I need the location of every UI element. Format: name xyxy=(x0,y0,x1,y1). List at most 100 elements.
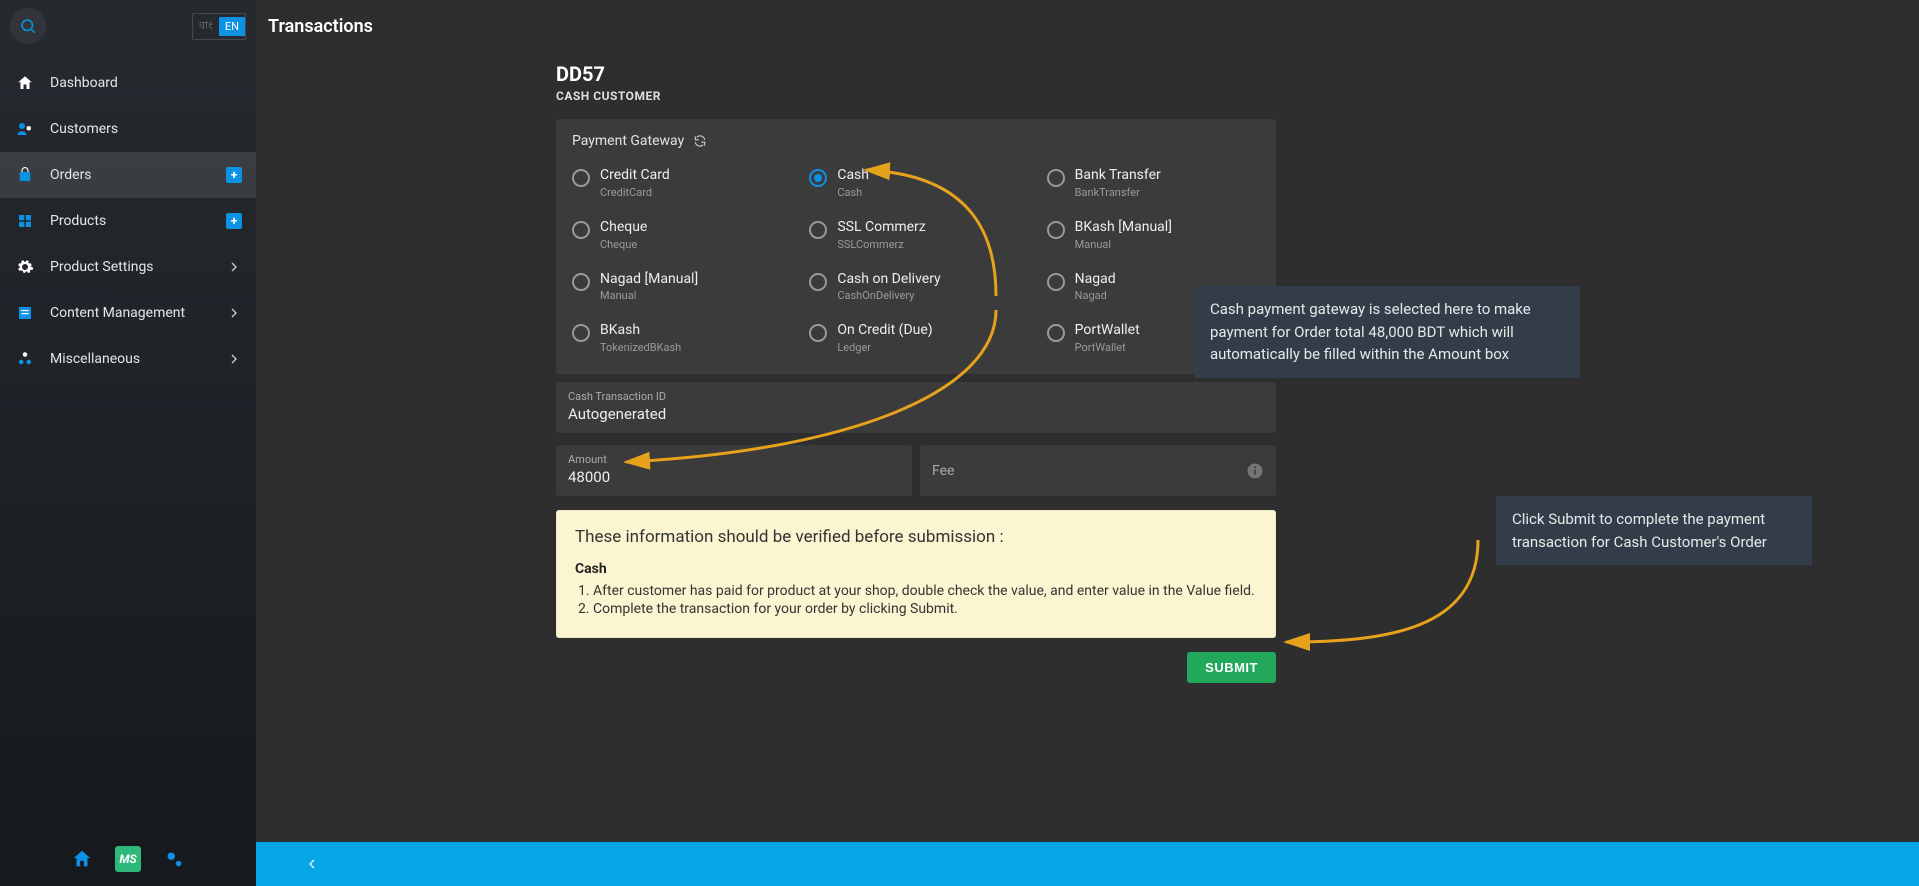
radio-icon xyxy=(809,273,827,291)
gateway-option[interactable]: Credit Card CreditCard xyxy=(566,161,791,205)
sidebar-item-products[interactable]: Products + xyxy=(0,198,256,244)
sidebar-item-content-management[interactable]: Content Management xyxy=(0,290,256,336)
amount-label: Amount xyxy=(568,453,900,466)
gateway-option-label: Cash xyxy=(837,167,869,184)
gateway-option[interactable]: SSL Commerz SSLCommerz xyxy=(803,213,1028,257)
gateway-option[interactable]: Cash Cash xyxy=(803,161,1028,205)
gateway-option-label: SSL Commerz xyxy=(837,219,925,236)
gateway-option[interactable]: Cash on DeliveryCashOnDelivery xyxy=(803,265,1028,309)
info-step: After customer has paid for product at y… xyxy=(593,583,1257,599)
lang-en[interactable]: EN xyxy=(219,17,245,36)
radio-icon xyxy=(1047,169,1065,187)
gateway-option-label: BKash [Manual] xyxy=(1075,219,1172,236)
gateway-option-label: On Credit (Due) xyxy=(837,322,932,339)
refresh-button[interactable] xyxy=(692,133,708,149)
radio-icon xyxy=(572,273,590,291)
gateway-option-label: Cash on Delivery xyxy=(837,271,940,288)
content-icon xyxy=(14,302,36,324)
info-icon[interactable] xyxy=(1246,462,1264,480)
radio-icon xyxy=(1047,324,1065,342)
gateway-option-sub: SSLCommerz xyxy=(837,238,925,251)
info-step: Complete the transaction for your order … xyxy=(593,601,1257,617)
gateway-option-label: Bank Transfer xyxy=(1075,167,1161,184)
sidebar-item-dashboard[interactable]: Dashboard xyxy=(0,60,256,106)
gateway-option-sub: CreditCard xyxy=(600,186,670,199)
transaction-id-value: Autogenerated xyxy=(568,405,1264,423)
bottom-ms-button[interactable]: MS xyxy=(114,845,142,873)
gear-icon xyxy=(14,256,36,278)
fee-label: Fee xyxy=(932,463,954,479)
radio-icon xyxy=(809,221,827,239)
sidebar-item-product-settings[interactable]: Product Settings xyxy=(0,244,256,290)
annotation-cash-gateway: Cash payment gateway is selected here to… xyxy=(1194,286,1580,378)
gateway-option[interactable]: On Credit (Due) Ledger xyxy=(803,316,1028,360)
gateway-option-label: BKash xyxy=(600,322,681,339)
sidebar-item-label: Content Management xyxy=(50,305,185,321)
chevron-right-icon xyxy=(226,305,242,321)
bottom-bar xyxy=(256,842,1919,886)
gateway-option-label: Nagad [Manual] xyxy=(600,271,698,288)
sidebar-item-customers[interactable]: Customers xyxy=(0,106,256,152)
radio-icon xyxy=(1047,273,1065,291)
search-button[interactable] xyxy=(10,8,46,44)
customers-icon xyxy=(14,118,36,140)
payment-gateway-title: Payment Gateway xyxy=(572,133,684,149)
verification-info-box: These information should be verified bef… xyxy=(556,510,1276,638)
sidebar-item-label: Orders xyxy=(50,167,92,183)
gateway-option-sub: Ledger xyxy=(837,341,932,354)
gateway-option-label: Credit Card xyxy=(600,167,670,184)
order-customer: CASH CUSTOMER xyxy=(556,89,1276,103)
radio-icon xyxy=(809,169,827,187)
radio-icon xyxy=(572,169,590,187)
info-heading: These information should be verified bef… xyxy=(575,527,1257,547)
sidebar-item-miscellaneous[interactable]: Miscellaneous xyxy=(0,336,256,382)
amount-value: 48000 xyxy=(568,468,900,486)
misc-icon xyxy=(14,348,36,370)
sidebar-item-label: Customers xyxy=(50,121,118,137)
orders-icon xyxy=(14,164,36,186)
gateway-option-label: PortWallet xyxy=(1075,322,1140,339)
sidebar-item-label: Miscellaneous xyxy=(50,351,140,367)
chevron-right-icon xyxy=(226,259,242,275)
radio-icon xyxy=(1047,221,1065,239)
gateway-option-sub: Cheque xyxy=(600,238,647,251)
products-icon xyxy=(14,210,36,232)
bottom-settings-button[interactable] xyxy=(160,845,188,873)
add-order-button[interactable]: + xyxy=(226,167,242,183)
gateway-option-sub: Cash xyxy=(837,186,869,199)
gateway-option[interactable]: BKash [Manual] Manual xyxy=(1041,213,1266,257)
ms-icon: MS xyxy=(115,846,141,872)
sidebar-item-orders[interactable]: Orders + xyxy=(0,152,256,198)
amount-field[interactable]: Amount 48000 xyxy=(556,445,912,496)
search-icon xyxy=(19,17,37,35)
gear-icon xyxy=(163,848,185,870)
home-icon xyxy=(71,848,93,870)
back-button[interactable] xyxy=(304,856,320,872)
submit-button[interactable]: SUBMIT xyxy=(1187,652,1276,683)
sidebar-item-label: Products xyxy=(50,213,106,229)
gateway-option-label: Cheque xyxy=(600,219,647,236)
gateway-option[interactable]: Cheque Cheque xyxy=(566,213,791,257)
language-switch[interactable]: বাং EN xyxy=(192,13,246,40)
transaction-id-label: Cash Transaction ID xyxy=(568,390,1264,403)
transaction-id-field[interactable]: Cash Transaction ID Autogenerated xyxy=(556,382,1276,433)
fee-field[interactable]: Fee xyxy=(920,445,1276,496)
gateway-option-sub: CashOnDelivery xyxy=(837,289,940,302)
home-icon xyxy=(14,72,36,94)
gateway-option-sub: BankTransfer xyxy=(1075,186,1161,199)
info-section: Cash xyxy=(575,561,1257,577)
page-title: Transactions xyxy=(268,16,373,37)
gateway-option-sub: Manual xyxy=(1075,238,1172,251)
chevron-right-icon xyxy=(226,351,242,367)
radio-icon xyxy=(572,221,590,239)
sidebar-item-label: Product Settings xyxy=(50,259,154,275)
annotation-submit: Click Submit to complete the payment tra… xyxy=(1496,496,1812,565)
gateway-option-sub: TokenizedBKash xyxy=(600,341,681,354)
bottom-home-button[interactable] xyxy=(68,845,96,873)
add-product-button[interactable]: + xyxy=(226,213,242,229)
gateway-option[interactable]: Bank Transfer BankTransfer xyxy=(1041,161,1266,205)
gateway-option-sub: Manual xyxy=(600,289,698,302)
gateway-option[interactable]: BKash TokenizedBKash xyxy=(566,316,791,360)
lang-bn[interactable]: বাং xyxy=(193,14,219,39)
gateway-option[interactable]: Nagad [Manual]Manual xyxy=(566,265,791,309)
